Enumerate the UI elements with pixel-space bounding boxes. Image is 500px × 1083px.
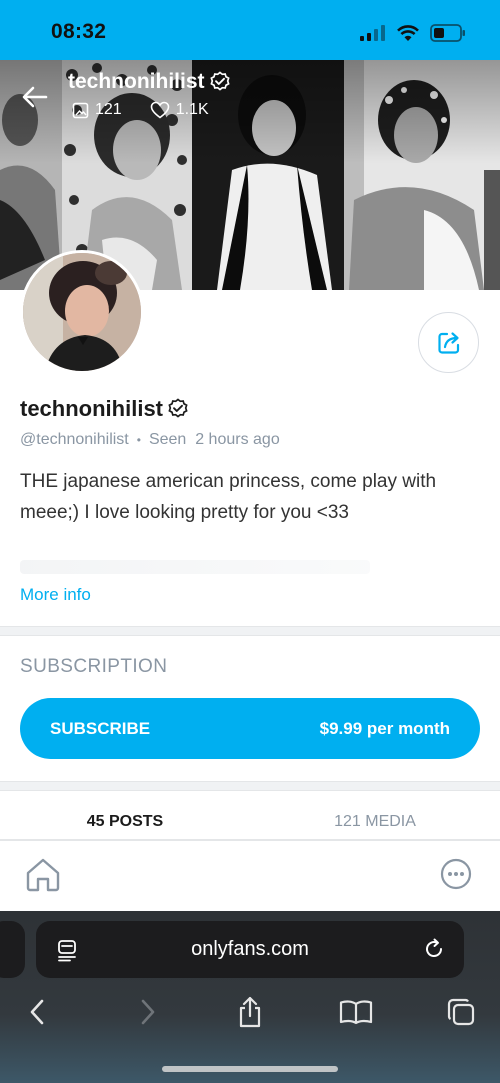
heart-icon [150, 101, 170, 119]
more-options-icon[interactable] [440, 858, 472, 890]
likes-count: 1.1K [175, 101, 209, 118]
bookmarks-button[interactable] [339, 995, 373, 1029]
avatar-image [23, 253, 141, 371]
verified-badge-icon [168, 398, 188, 418]
status-bar: 08:32 [0, 0, 500, 60]
bookmarks-icon [339, 1000, 373, 1025]
battery-icon [430, 24, 465, 42]
share-sheet-icon [239, 996, 261, 1028]
tab-media[interactable]: 121 MEDIA [250, 800, 500, 839]
status-icons [360, 22, 466, 44]
address-bar[interactable]: onlyfans.com [36, 921, 464, 978]
image-icon [72, 102, 89, 118]
profile-name: technonihilist [20, 396, 189, 422]
url-text: onlyfans.com [191, 938, 309, 960]
subscribe-button[interactable]: SUBSCRIBE $9.99 per month [20, 698, 480, 759]
forward-button[interactable] [130, 995, 164, 1029]
subscribe-label: SUBSCRIBE [50, 718, 151, 738]
previous-tab-preview[interactable] [0, 921, 25, 978]
cover-stats: 121 1.1K [72, 101, 209, 119]
share-button[interactable] [418, 312, 479, 373]
home-indicator[interactable] [162, 1066, 338, 1072]
meta-separator: • [136, 433, 141, 447]
profile-handle: @technonihilist [20, 431, 129, 448]
profile-meta: @technonihilist • Seen 2 hours ago [20, 431, 280, 449]
tabs-button[interactable] [444, 995, 478, 1029]
tab-posts[interactable]: 45 POSTS [0, 800, 250, 839]
reload-icon[interactable] [422, 937, 446, 961]
home-icon[interactable] [24, 857, 62, 893]
cover-username: technonihilist [68, 70, 231, 94]
more-info-link[interactable]: More info [20, 585, 91, 605]
wifi-icon [397, 25, 419, 41]
cover-username-text: technonihilist [68, 70, 205, 93]
tabs-icon [447, 998, 475, 1026]
section-divider [0, 626, 500, 636]
last-seen: Seen 2 hours ago [148, 431, 280, 448]
chevron-left-icon [30, 999, 44, 1025]
cellular-signal-icon [360, 25, 385, 41]
profile-name-text: technonihilist [20, 396, 163, 421]
media-count: 121 [95, 101, 122, 118]
avatar[interactable] [20, 250, 144, 374]
bottom-nav [0, 840, 500, 911]
chevron-right-icon [141, 999, 155, 1025]
share-sheet-button[interactable] [233, 995, 267, 1029]
subscribe-price: $9.99 per month [319, 718, 450, 738]
bio-fade [20, 560, 370, 574]
profile-bio: THE japanese american princess, come pla… [20, 471, 437, 523]
back-button[interactable] [21, 995, 55, 1029]
verified-badge-icon [209, 71, 230, 91]
status-time: 08:32 [51, 20, 107, 43]
share-icon [437, 331, 459, 354]
content-tabs: 45 POSTS 121 MEDIA [0, 800, 500, 840]
subscription-label: SUBSCRIPTION [20, 656, 168, 677]
back-arrow-icon[interactable] [20, 82, 50, 112]
section-divider [0, 781, 500, 791]
browser-chrome: onlyfans.com [0, 911, 500, 1083]
